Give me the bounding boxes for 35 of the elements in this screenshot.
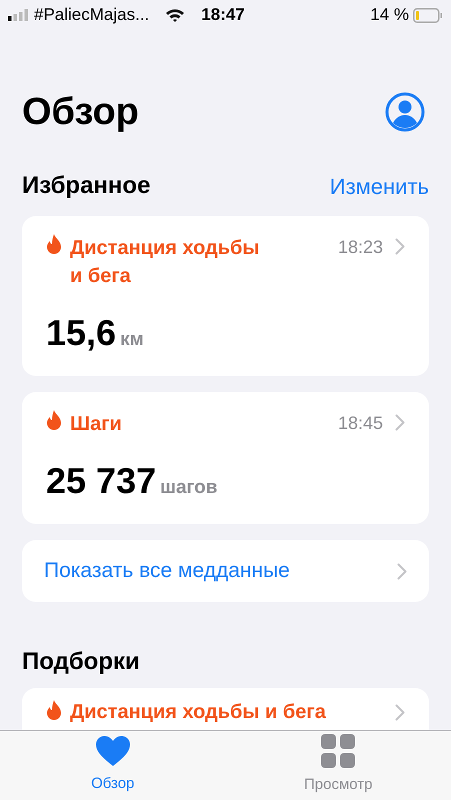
- metric-unit: км: [120, 328, 144, 352]
- metric-time: 18:23: [338, 236, 383, 259]
- section-title: Подборки: [22, 647, 141, 677]
- flame-icon: [46, 410, 62, 430]
- metric-title: Дистанция ходьбы и бега: [70, 236, 260, 289]
- wifi-icon: [165, 8, 186, 22]
- flame-icon: [46, 700, 62, 720]
- carrier-name: #PaliecMajas...: [34, 4, 150, 26]
- metric-card[interactable]: Шаги 18:45 25 737 шагов: [22, 392, 429, 524]
- section-title: Избранное: [22, 171, 150, 201]
- battery-percent: 14 %: [370, 4, 409, 26]
- highlight-card[interactable]: Дистанция ходьбы и бега: [22, 688, 429, 730]
- metric-value: 25 737: [46, 459, 156, 503]
- tab-item[interactable]: Обзор: [0, 731, 226, 800]
- grid-icon: [321, 734, 356, 768]
- metric-value: 15,6: [46, 311, 116, 355]
- flame-icon: [46, 234, 62, 254]
- chevron-icon: [395, 704, 405, 721]
- metric-time: 18:45: [338, 412, 383, 435]
- chevron-icon: [397, 562, 407, 580]
- show-all-link[interactable]: Показать все медданные: [22, 540, 429, 602]
- profile-icon[interactable]: [385, 92, 425, 132]
- signal-icon: [8, 9, 30, 21]
- battery-icon: [413, 8, 443, 22]
- tab-item[interactable]: Просмотр: [226, 731, 451, 800]
- chevron-icon: [395, 238, 405, 255]
- status-time: 18:47: [201, 4, 245, 26]
- highlight-title: Дистанция ходьбы и бега: [70, 700, 326, 724]
- page-title: Обзор: [22, 93, 139, 131]
- edit-link[interactable]: Изменить: [330, 170, 429, 202]
- metric-card[interactable]: Дистанция ходьбы и бега 18:23 15,6 км: [22, 216, 429, 376]
- heart-icon: [94, 735, 131, 768]
- chevron-icon: [395, 414, 405, 431]
- metric-title: Шаги: [70, 412, 123, 437]
- metric-unit: шагов: [160, 476, 218, 500]
